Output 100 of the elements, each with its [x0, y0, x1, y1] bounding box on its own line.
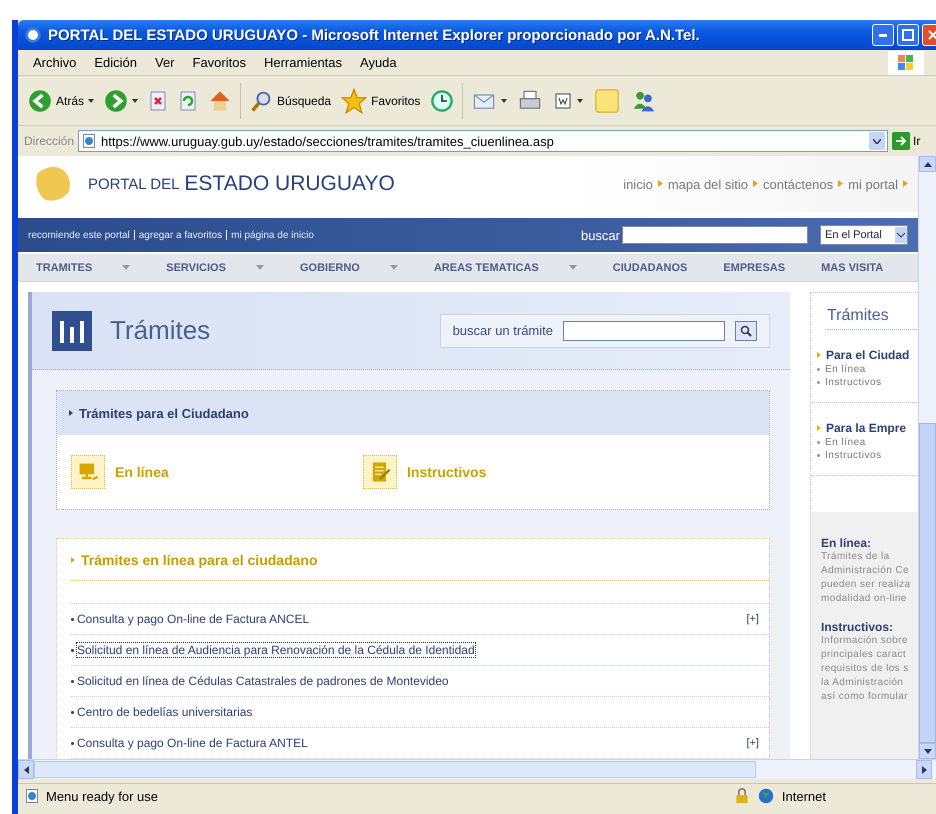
caret-icon	[132, 98, 138, 102]
windows-logo-icon	[888, 50, 924, 74]
logo-text: ESTADO URUGUAYO	[184, 172, 395, 196]
sidebar-item[interactable]: En línea	[817, 364, 918, 375]
caret-icon	[256, 265, 264, 270]
toolbar-button[interactable]: Búsqueda	[247, 86, 334, 114]
address-label: Dirección	[24, 134, 74, 148]
minimize-button[interactable]	[872, 24, 894, 46]
top-link[interactable]: mi portal	[848, 176, 898, 192]
search-label: buscar	[580, 228, 620, 242]
dropdown-button[interactable]	[869, 132, 886, 150]
bullet-icon	[817, 454, 820, 457]
utility-link[interactable]: mi página de inicio	[231, 230, 314, 240]
menu-item[interactable]: Favoritos	[186, 53, 253, 72]
page-title: Trámites	[110, 315, 210, 346]
info-text: Administración Ce	[821, 564, 910, 578]
bullet-icon	[817, 425, 821, 431]
utility-link[interactable]: recomiende este portal	[28, 230, 130, 240]
search-field[interactable]	[563, 320, 725, 340]
bullet-icon	[69, 410, 73, 416]
arrow-icon	[903, 179, 908, 189]
up-arrow-icon	[924, 162, 932, 166]
nav-item[interactable]: MAS VISITA	[803, 262, 902, 274]
address-field[interactable]: https://www.uruguay.gub.uy/estado/secciones/tramites/tramites_ciuenlinea.asp	[78, 130, 888, 152]
star-icon	[341, 88, 368, 114]
toolbar-button[interactable]: Favoritos	[339, 86, 422, 116]
arrow-icon	[838, 179, 844, 189]
caret-icon	[390, 265, 398, 270]
maximize-button[interactable]	[897, 24, 919, 46]
info-text: la Administración	[821, 676, 904, 690]
bullet-icon	[817, 381, 820, 384]
stop-icon	[148, 90, 168, 110]
info-text: principales caract	[821, 648, 908, 662]
document-icon	[553, 90, 574, 110]
info-title: Instructivos:	[821, 620, 894, 634]
search-button[interactable]	[735, 320, 757, 340]
go-button[interactable]: Ir	[892, 132, 920, 150]
top-link[interactable]: inicio	[623, 176, 653, 192]
utility-link[interactable]: agregar a favoritos	[138, 230, 222, 240]
menu-item[interactable]: Ayuda	[353, 53, 404, 72]
down-arrow-icon	[924, 748, 932, 754]
back-button[interactable]: Atrás	[26, 86, 96, 114]
nav-item[interactable]: EMPRESAS	[705, 262, 804, 274]
sidebar-item[interactable]: Instructivos	[817, 450, 918, 461]
lock-icon	[734, 787, 750, 805]
info-text: Información sobre	[821, 634, 909, 648]
note-icon	[593, 86, 622, 114]
caret-icon	[873, 138, 882, 144]
globe-icon	[758, 788, 774, 804]
bullet-icon	[817, 368, 820, 371]
sidebar-link[interactable]: Para la Empre	[817, 421, 918, 435]
browser-icon	[24, 26, 42, 44]
sidebar-link[interactable]: Para el Ciudad	[817, 348, 918, 362]
search-icon	[249, 88, 274, 112]
top-link[interactable]: contáctenos	[763, 176, 834, 192]
search-label: buscar un trámite	[452, 323, 553, 338]
bullet-icon	[817, 441, 820, 444]
menu-item[interactable]: Ver	[148, 53, 182, 72]
list-link[interactable]: Consulta y pago On-line de Factura ANTEL	[77, 736, 308, 750]
minimize-icon	[879, 34, 887, 36]
scope-select[interactable]: En el Portal	[820, 225, 908, 245]
refresh-icon	[178, 90, 198, 110]
nav-item[interactable]: SERVICIOS	[148, 262, 282, 274]
horizontal-scrollbar[interactable]	[18, 759, 936, 779]
list-link[interactable]: Centro de bedelías universitarias	[77, 705, 252, 719]
nav-item[interactable]: AREAS TEMATICAS	[416, 262, 595, 274]
arrow-icon	[658, 179, 663, 189]
info-title: En línea:	[821, 536, 872, 550]
menu-item[interactable]: Archivo	[26, 53, 84, 72]
menu-item[interactable]: Edición	[87, 53, 144, 72]
expand-link[interactable]: [+]	[746, 737, 759, 749]
history-icon	[430, 88, 454, 112]
close-icon	[927, 29, 936, 41]
bullet-icon	[71, 556, 75, 562]
caret-icon	[568, 265, 577, 270]
url-text: https://www.uruguay.gub.uy/estado/secciones/tramites/tramites_ciuenlinea.asp	[101, 134, 555, 148]
info-text: así como formular	[821, 690, 909, 704]
menu-item[interactable]: Herramientas	[256, 53, 350, 72]
maximize-icon	[902, 29, 914, 41]
info-text: modalidad on-line	[821, 592, 908, 606]
page-icon	[24, 788, 40, 804]
list-link[interactable]: Solicitud en línea de Audiencia para Renovación de la Cédula de Identidad	[77, 643, 475, 657]
sidebar-item[interactable]: En línea	[817, 437, 918, 448]
top-link[interactable]: mapa del sitio	[668, 176, 748, 192]
caret-icon	[88, 98, 94, 102]
nav-item[interactable]: TRAMITES	[18, 262, 148, 274]
sidebar-item[interactable]: Instructivos	[817, 377, 918, 388]
home-icon	[208, 88, 232, 112]
search-field[interactable]	[622, 226, 808, 244]
list-link[interactable]: Solicitud en línea de Cédulas Catastrales de padrones de Montevideo	[77, 674, 449, 688]
expand-link[interactable]: [+]	[746, 613, 759, 625]
list-link[interactable]: Consulta y pago On-line de Factura ANCEL	[77, 612, 310, 626]
bullet-icon	[71, 648, 74, 652]
bullet-icon	[71, 680, 74, 682]
nav-item[interactable]: GOBIERNO	[282, 262, 416, 274]
arrow-icon	[753, 179, 758, 189]
vertical-scrollbar[interactable]	[918, 156, 936, 759]
nav-item[interactable]: CIUDADANOS	[594, 262, 706, 274]
info-text: Trámites de la	[821, 550, 891, 564]
logo-text: PORTAL DEL	[88, 176, 180, 192]
